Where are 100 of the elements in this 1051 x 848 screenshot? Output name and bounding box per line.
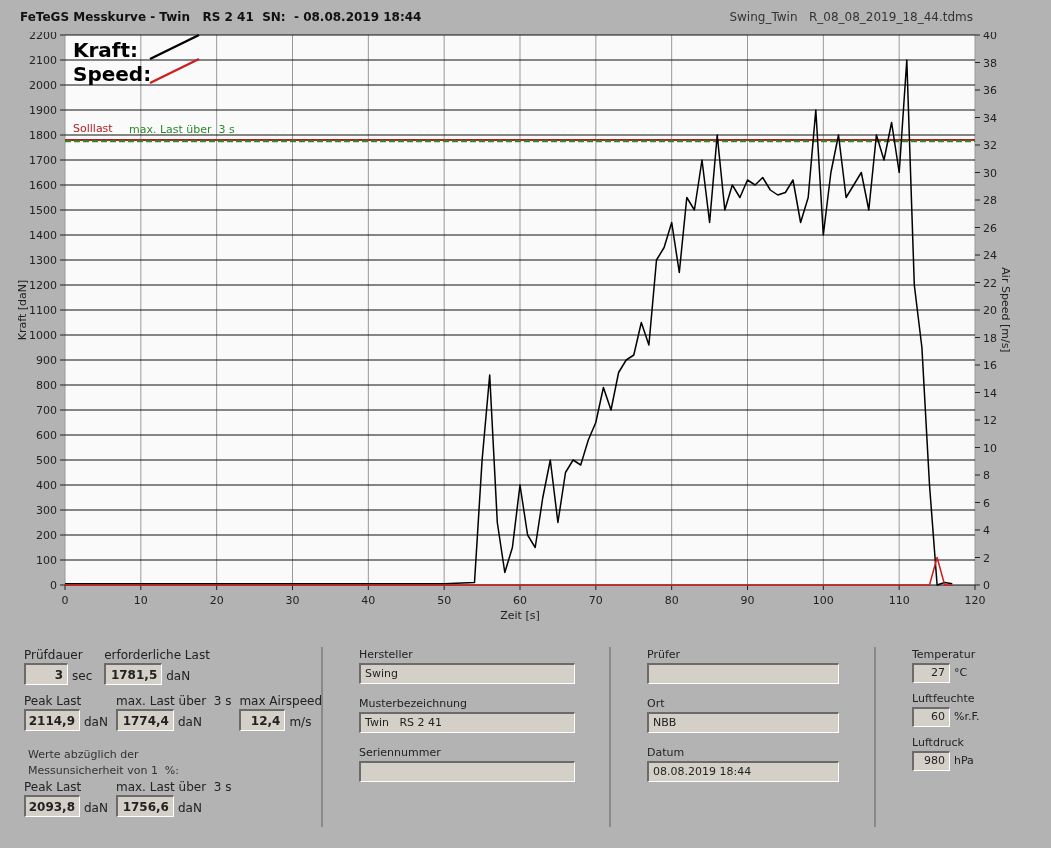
axis-title: Kraft [daN] [16, 279, 29, 341]
axis-tick-label: 1000 [29, 329, 57, 342]
axis-title: Zeit [s] [500, 609, 540, 622]
text-field[interactable]: NBB [647, 712, 839, 733]
axis-tick-label: 1400 [29, 229, 57, 242]
unit-label: sec [72, 668, 93, 685]
unit-label: °C [954, 664, 968, 681]
axis-tick-label: 100 [812, 594, 834, 607]
axis-tick-label: 10 [133, 594, 148, 607]
axis-tick-label: 120 [964, 594, 986, 607]
value-field[interactable]: 60 [912, 707, 950, 727]
axis-tick-label: 20 [983, 304, 997, 317]
axis-tick-label: 2100 [29, 54, 57, 67]
axis-tick-label: 1600 [29, 179, 57, 192]
axis-tick-label: 1500 [29, 204, 57, 217]
field-label: Ort [647, 696, 666, 712]
axis-tick-label: 22 [983, 276, 997, 290]
axis-tick-label: 40 [361, 594, 376, 607]
axis-tick-label: 300 [36, 504, 57, 517]
field-label: max. Last über 3 s [115, 693, 232, 709]
value-field[interactable]: 12,4 [239, 709, 286, 731]
field-label: max Airspeed [239, 693, 323, 709]
axis-tick-label: 50 [437, 594, 452, 607]
value-field[interactable]: 980 [912, 751, 950, 771]
field-label: erforderliche Last [104, 647, 210, 663]
axis-tick-label: 900 [36, 354, 57, 367]
unit-label: daN [177, 714, 202, 731]
field-label: Hersteller [359, 647, 414, 663]
axis-tick-label: 20 [209, 594, 224, 607]
axis-tick-label: 18 [983, 331, 997, 345]
field-label: Prüfdauer [24, 647, 84, 663]
legend-label: Kraft: [73, 38, 139, 62]
axis-tick-label: 80 [664, 594, 679, 607]
axis-tick-label: 70 [588, 594, 603, 607]
field-label: Seriennummer [359, 745, 442, 761]
value-field[interactable]: 1781,5 [104, 663, 163, 685]
threshold-label: Solllast [73, 122, 113, 135]
axis-tick-label: 60 [513, 594, 527, 607]
axis-tick-label: 4 [983, 524, 990, 537]
axis-tick-label: 32 [983, 139, 997, 152]
axis-tick-label: 700 [36, 404, 57, 417]
unit-label: daN [166, 668, 191, 685]
axis-tick-label: 800 [36, 379, 57, 392]
text-field[interactable]: Swing [359, 663, 575, 684]
unit-label: daN [84, 714, 108, 731]
text-field[interactable]: 08.08.2019 18:44 [647, 761, 839, 782]
field-label: Luftdruck [912, 735, 965, 751]
file-name: Swing_Twin R_08_08_2019_18_44.tdms [729, 9, 973, 26]
axis-tick-label: 100 [36, 554, 57, 567]
axis-tick-label: 8 [983, 469, 990, 482]
axis-tick-label: 30 [983, 166, 997, 180]
unit-label: hPa [954, 752, 974, 769]
axis-tick-label: 400 [36, 479, 57, 492]
value-field[interactable]: 27 [912, 663, 950, 683]
axis-tick-label: 110 [888, 594, 910, 607]
axis-tick-label: 0 [61, 594, 69, 607]
value-field[interactable]: 1756,6 [115, 795, 174, 817]
axis-tick-label: 38 [983, 56, 997, 70]
axis-tick-label: 10 [983, 441, 997, 455]
axis-tick-label: 26 [983, 221, 997, 235]
value-field[interactable]: 1774,4 [115, 709, 174, 731]
axis-tick-label: 0 [983, 579, 990, 592]
field-label: Temperatur [912, 647, 977, 663]
axis-tick-label: 600 [36, 429, 57, 442]
axis-tick-label: 36 [983, 84, 997, 97]
axis-tick-label: 30 [285, 594, 300, 607]
text-field[interactable] [647, 663, 839, 684]
value-field[interactable]: 2114,9 [24, 709, 80, 731]
axis-tick-label: 0 [50, 579, 57, 592]
field-label: Luftfeuchte [912, 691, 976, 707]
field-label: Datum [647, 745, 686, 761]
axis-tick-label: 1700 [29, 154, 57, 167]
value-field[interactable]: 2093,8 [24, 795, 80, 817]
axis-tick-label: 12 [983, 414, 997, 427]
legend-line-icon [149, 33, 200, 61]
field-label: Peak Last [24, 779, 83, 795]
axis-tick-label: 16 [983, 359, 997, 372]
axis-tick-label: 28 [983, 194, 997, 207]
axis-tick-label: 1100 [29, 304, 57, 317]
axis-tick-label: 90 [740, 594, 755, 607]
axis-tick-label: 24 [983, 249, 997, 262]
unit-label: m/s [289, 714, 312, 731]
legend-label: Speed: [73, 62, 152, 86]
text-field[interactable]: Twin RS 2 41 [359, 712, 575, 733]
unit-label: daN [84, 800, 108, 817]
axis-tick-label: 200 [36, 529, 57, 542]
axis-tick-label: 1800 [29, 129, 57, 142]
text-field[interactable] [359, 761, 575, 782]
axis-title: Air Speed [m/s] [999, 267, 1012, 353]
axis-tick-label: 6 [983, 496, 990, 510]
axis-tick-label: 1300 [29, 254, 57, 267]
axis-tick-label: 1900 [29, 104, 57, 117]
legend-line-icon [149, 57, 200, 85]
axis-tick-label: 500 [36, 454, 57, 467]
field-label: Musterbezeichnung [359, 696, 469, 712]
unit-label: daN [177, 800, 202, 817]
axis-tick-label: 1200 [29, 279, 57, 292]
window-title: FeTeGS Messkurve - Twin RS 2 41 SN: - 08.08.2019 18:44 [20, 9, 422, 26]
value-field[interactable]: 3 [24, 663, 68, 685]
axis-tick-label: 2000 [29, 79, 57, 92]
